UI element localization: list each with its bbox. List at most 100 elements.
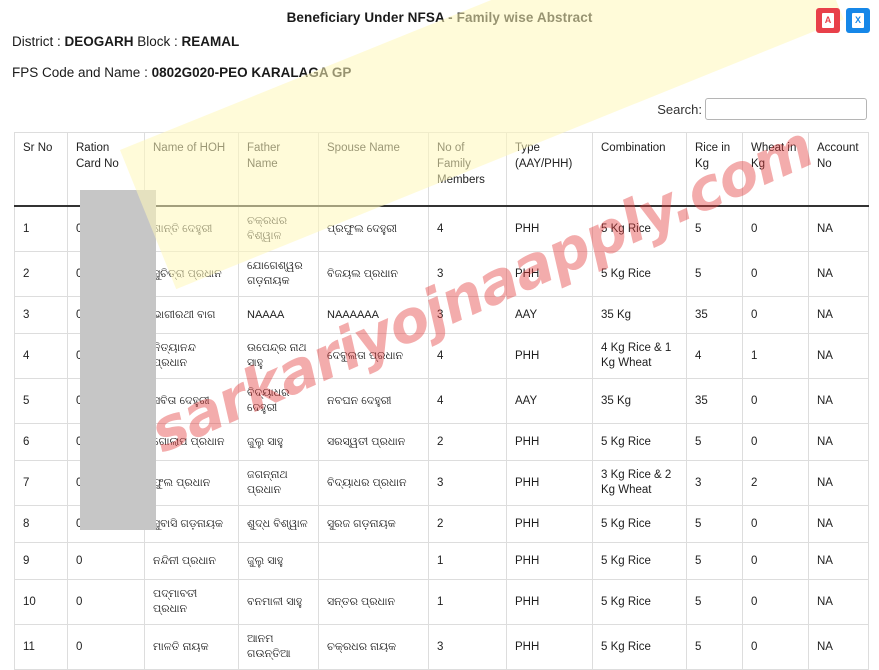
cell-type: PHH: [506, 423, 593, 461]
cell-father-name: ଜୁଲୁ ସାହୁ: [238, 423, 319, 461]
cell-wheat-kg: 0: [742, 251, 809, 297]
cell-sr-no: 7: [14, 460, 68, 506]
cell-rice-kg: 5: [686, 624, 743, 670]
cell-account-no: NA: [808, 460, 869, 506]
cell-sr-no: 1: [14, 205, 68, 252]
cell-type: PHH: [506, 205, 593, 252]
cell-name-of-hoh: ନନ୍ଦିନୀ ପ୍ରଧାନ: [144, 542, 239, 580]
export-excel-button[interactable]: [846, 8, 870, 33]
cell-wheat-kg: 0: [742, 542, 809, 580]
col-header-account-no[interactable]: Account No: [808, 132, 869, 207]
fps-value: 0802G020-PEO KARALAGA GP: [151, 65, 352, 80]
search-input[interactable]: [705, 98, 867, 120]
cell-account-no: NA: [808, 333, 869, 379]
cell-type: PHH: [506, 251, 593, 297]
pdf-document-icon: [822, 13, 834, 28]
cell-rice-kg: 5: [686, 542, 743, 580]
cell-type: PHH: [506, 333, 593, 379]
cell-father-name: ଆନମ ଗଉନ୍ତିଆ: [238, 624, 319, 670]
cell-family-members: 2: [428, 423, 507, 461]
cell-wheat-kg: 2: [742, 460, 809, 506]
district-block-line: District : DEOGARH Block : REAMAL: [0, 26, 879, 50]
col-header-wheat-kg[interactable]: Wheat in Kg: [742, 132, 809, 207]
table-row: 11 0 ମାଳତି ନାୟକ ଆନମ ଗଉନ୍ତିଆ ଚକ୍ରଧର ନାୟକ 3 PHH 5…: [14, 624, 869, 670]
cell-ration-card-no: 0: [67, 624, 145, 670]
block-value: REAMAL: [181, 34, 240, 49]
col-header-name-of-hoh[interactable]: Name of HOH: [144, 132, 239, 207]
cell-rice-kg: 3: [686, 460, 743, 506]
cell-name-of-hoh: ନିତ୍ୟାନନ୍ଦ ପ୍ରଧାନ: [144, 333, 239, 379]
cell-combination: 5 Kg Rice: [592, 542, 687, 580]
cell-ration-card-no: 0: [67, 579, 145, 625]
cell-name-of-hoh: ସବିତା ଦେହୁରୀ: [144, 378, 239, 424]
cell-type: PHH: [506, 542, 593, 580]
cell-combination: 35 Kg: [592, 378, 687, 424]
col-header-family-members[interactable]: No of Family Members: [428, 132, 507, 207]
cell-name-of-hoh: ସୁବାସି ଗଡ଼ନାୟକ: [144, 505, 239, 543]
search-row: Search:: [0, 81, 879, 120]
cell-family-members: 3: [428, 251, 507, 297]
excel-document-icon: [852, 13, 864, 28]
page-title: Beneficiary Under NFSA - Family wise Abs…: [286, 10, 593, 25]
cell-account-no: NA: [808, 296, 869, 334]
cell-rice-kg: 5: [686, 251, 743, 297]
cell-name-of-hoh: ଭାଗୀରଥୀ ବାଗ: [144, 296, 239, 334]
cell-combination: 5 Kg Rice: [592, 505, 687, 543]
col-header-combination[interactable]: Combination: [592, 132, 687, 207]
cell-type: PHH: [506, 579, 593, 625]
cell-wheat-kg: 1: [742, 333, 809, 379]
district-label: District :: [12, 34, 65, 49]
cell-type: PHH: [506, 624, 593, 670]
cell-wheat-kg: 0: [742, 505, 809, 543]
cell-wheat-kg: 0: [742, 378, 809, 424]
cell-sr-no: 5: [14, 378, 68, 424]
export-buttons: [816, 8, 870, 33]
col-header-sr-no[interactable]: Sr No: [14, 132, 68, 207]
cell-wheat-kg: 0: [742, 205, 809, 252]
cell-type: PHH: [506, 460, 593, 506]
cell-account-no: NA: [808, 542, 869, 580]
cell-rice-kg: 35: [686, 296, 743, 334]
export-pdf-button[interactable]: [816, 8, 840, 33]
col-header-spouse-name[interactable]: Spouse Name: [318, 132, 429, 207]
cell-sr-no: 3: [14, 296, 68, 334]
cell-spouse-name: ପ୍ରଫୁଲ ଦେହୁରୀ: [318, 205, 429, 252]
cell-family-members: 1: [428, 579, 507, 625]
cell-combination: 4 Kg Rice & 1 Kg Wheat: [592, 333, 687, 379]
cell-father-name: ଉପେନ୍ଦ୍ର ନାଥ ସାହୁ: [238, 333, 319, 379]
cell-type: AAY: [506, 296, 593, 334]
cell-combination: 5 Kg Rice: [592, 205, 687, 252]
cell-name-of-hoh: ଗୋଲାପ ପ୍ରଧାନ: [144, 423, 239, 461]
cell-sr-no: 2: [14, 251, 68, 297]
cell-account-no: NA: [808, 423, 869, 461]
cell-sr-no: 6: [14, 423, 68, 461]
cell-account-no: NA: [808, 205, 869, 252]
table-row: 10 0 ପଦ୍ମାବତୀ ପ୍ରଧାନ ବନମାଳୀ ସାହୁ ସନ୍ତର ପ୍ରଧା…: [14, 579, 869, 625]
cell-father-name: ଚକ୍ରଧର ବିଶ୍ୱାଳ: [238, 205, 319, 252]
cell-father-name: NAAAA: [238, 296, 319, 334]
col-header-father-name[interactable]: Father Name: [238, 132, 319, 207]
cell-name-of-hoh: ସୁଚିତ୍ରା ପ୍ରଧାନ: [144, 251, 239, 297]
cell-family-members: 1: [428, 542, 507, 580]
cell-rice-kg: 5: [686, 505, 743, 543]
cell-family-members: 3: [428, 624, 507, 670]
col-header-type[interactable]: Type (AAY/PHH): [506, 132, 593, 207]
cell-rice-kg: 35: [686, 378, 743, 424]
cell-father-name: ଜୁଲୁ ସାହୁ: [238, 542, 319, 580]
cell-family-members: 4: [428, 205, 507, 252]
cell-account-no: NA: [808, 251, 869, 297]
cell-rice-kg: 5: [686, 579, 743, 625]
cell-rice-kg: 5: [686, 423, 743, 461]
cell-type: PHH: [506, 505, 593, 543]
cell-name-of-hoh: ମାଳତି ନାୟକ: [144, 624, 239, 670]
cell-sr-no: 11: [14, 624, 68, 670]
cell-spouse-name: ବିଦ୍ୟାଧର ପ୍ରଧାନ: [318, 460, 429, 506]
search-label: Search:: [657, 101, 702, 117]
cell-spouse-name: ନବଘନ ଦେହୁରୀ: [318, 378, 429, 424]
cell-sr-no: 4: [14, 333, 68, 379]
cell-father-name: ଯୋଗେଶ୍ୱର ଗଡ଼ନାୟକ: [238, 251, 319, 297]
cell-name-of-hoh: ପଦ୍ମାବତୀ ପ୍ରଧାନ: [144, 579, 239, 625]
cell-wheat-kg: 0: [742, 624, 809, 670]
col-header-rice-kg[interactable]: Rice in Kg: [686, 132, 743, 207]
cell-spouse-name: ଚକ୍ରଧର ନାୟକ: [318, 624, 429, 670]
